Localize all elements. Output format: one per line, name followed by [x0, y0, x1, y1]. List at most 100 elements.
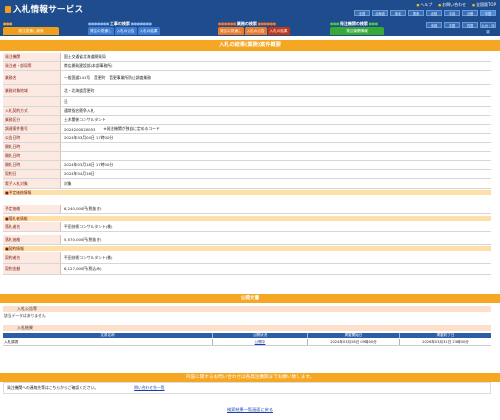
region-tab[interactable]: 九州・沖縄	[480, 22, 496, 34]
table-row: 入札調書 公開中 2024年03月28日 09時00分 2026年03月31日 …	[3, 339, 491, 346]
region-tab[interactable]: 関東	[408, 10, 424, 16]
left-tabs: 発注見通し検索	[3, 27, 59, 35]
field-row: 開札日時 2024年03月18日 17時00分	[3, 161, 491, 170]
field-row: 入札契約方式 通常指名競争入札	[3, 107, 491, 116]
tab-agency-info[interactable]: 発注機関情報	[330, 27, 384, 35]
field-row: 発注機関 国土交通省北海道開発局	[3, 53, 491, 62]
field-value: 平田技術コンサルタント(株)	[64, 223, 113, 229]
region-tab[interactable]: 全国	[354, 10, 370, 16]
field-label: 開札日時	[3, 152, 61, 160]
field-label: 契約日	[3, 170, 61, 178]
left-category: ●●●	[3, 21, 12, 26]
field-label: 契約金額	[3, 264, 61, 274]
region-tabs-top: 全国 北海道 東北 関東 北陸 中部 近畿 中国	[354, 10, 496, 16]
field-label: 入札契約方式	[3, 107, 61, 115]
field-row: 落札者名 平田技術コンサルタント(株)	[3, 222, 491, 232]
field-row: 開札日時	[3, 143, 491, 152]
contact-link[interactable]: お問い合わせ	[438, 2, 466, 8]
category-bar: 沖縄 中国 四国 九州・沖縄 ●●● 発注見通し検索 ●●●●●●● 工事の検索…	[0, 20, 500, 36]
region-tab[interactable]: 沖縄	[426, 22, 442, 28]
document-status-link[interactable]: 公開中	[213, 339, 308, 345]
tab-construction-result[interactable]: 入札の結果	[137, 27, 160, 35]
app-header: 入札情報サービス ヘルプ お問い合わせ 全国版TOP 全国 北海道 東北 関東 …	[0, 0, 500, 20]
no-data-text: 該当データはありません	[4, 313, 46, 318]
field-row: 業務名 一般国道241号 音更町 音更事業所防止調査業務	[3, 71, 491, 85]
field-value: 対象	[64, 180, 72, 186]
region-tab[interactable]: 北陸	[426, 10, 442, 16]
region-tab[interactable]: 東北	[390, 10, 406, 16]
field-value: 6,127,000円(税込み)	[64, 266, 102, 271]
region-tab[interactable]: 中国	[480, 10, 496, 16]
region-tab[interactable]: 中部	[444, 10, 460, 16]
region-tab[interactable]: 中国	[444, 22, 460, 28]
field-row: 開札日時	[3, 152, 491, 161]
documents-bar: 公開文書	[0, 294, 500, 303]
field-value: 北・北海道音更町	[64, 87, 95, 93]
field-value: 一般国道241号 音更町 音更事業所防止調査業務	[64, 74, 151, 80]
field-label: 予定価格	[3, 205, 61, 213]
tab-service-result[interactable]: 入札の結果	[267, 27, 290, 35]
field-label: 電子入札対象	[3, 179, 61, 188]
service-tabs: 発注の見通し 入札の公告 入札の結果	[218, 27, 290, 35]
field-label: 業務対象地域	[3, 85, 61, 96]
tab-construction-notice[interactable]: 入札の公告	[114, 27, 137, 35]
region-tabs-bottom: 沖縄 中国 四国 九州・沖縄	[426, 22, 496, 34]
field-row: 業務区分 土木関係コンサルタント	[3, 116, 491, 125]
help-link[interactable]: ヘルプ	[416, 2, 432, 8]
field-row: 調達案件番号 2024200020053 ※発注機関が独自に定めるコード	[3, 125, 491, 134]
field-value: 5,570,000円(税抜き)	[64, 236, 102, 242]
field-value: 通常指名競争入札	[64, 108, 95, 113]
field-row: 公告日時 2024年03月04日 17時00分	[3, 134, 491, 143]
field-label	[3, 97, 61, 106]
app-title[interactable]: 入札情報サービス	[5, 3, 83, 15]
region-tab[interactable]: 近畿	[462, 10, 478, 16]
section-header-winner: ■落札者情報	[3, 216, 491, 221]
field-label: 落札者名	[3, 222, 61, 231]
field-value	[61, 143, 491, 151]
field-value: 2024年04月16日	[64, 171, 95, 176]
agency-tabs: 発注機関情報	[330, 27, 384, 35]
national-top-link[interactable]: 全国版TOP	[472, 2, 496, 8]
contact-bar: 内容に関するお問い合わせは各発注機関までお願い致します。	[0, 373, 500, 382]
page-title: 入札の結果(業務)案件概要	[0, 40, 500, 51]
field-value: 2024年03月04日 17時00分	[64, 135, 114, 140]
col-header: 掲載開始日	[308, 333, 400, 338]
document-end: 2026年03月31日 23時00分	[422, 339, 469, 344]
footer: 検索結果一覧画面に戻る	[0, 407, 500, 413]
field-value: 平田技術コンサルタント(株)	[64, 254, 113, 260]
bid-result-header: 入札結果	[3, 325, 491, 331]
region-tab[interactable]: 北海道	[372, 10, 388, 16]
field-value: 国土交通省北海道開発局	[64, 54, 106, 59]
field-value: 旦	[64, 98, 68, 104]
logo-icon	[5, 6, 11, 13]
region-tab[interactable]: 四国	[462, 22, 478, 28]
field-label: 落札価格	[3, 235, 61, 244]
documents-table-header: 文書名称 公開状況 掲載開始日 掲載終了日	[3, 333, 491, 338]
field-value: 2024年03月18日 17時00分	[64, 162, 114, 167]
procurement-number: 2024200020053	[64, 126, 96, 132]
tab-service-notice[interactable]: 入札の公告	[244, 27, 267, 35]
field-label: 業務区分	[3, 116, 61, 124]
section-header-contract: ■契約情報	[3, 246, 491, 251]
field-row: 旦	[3, 97, 491, 107]
procurement-note: ※発注機関が独自に定めるコード	[103, 126, 160, 131]
field-row: 予定価格 6,240,000円(税抜き)	[3, 205, 491, 214]
contact-text: 発注機関への連絡先等はこちらからご確認ください。	[7, 385, 99, 390]
field-value	[61, 152, 491, 160]
field-row: 契約者名 平田技術コンサルタント(株)	[3, 252, 491, 264]
tab-service-forecast[interactable]: 発注の見通し	[218, 27, 244, 35]
tab-forecast-search[interactable]: 発注見通し検索	[3, 27, 59, 35]
contact-list-link[interactable]: 問い合わせ先一覧	[134, 385, 164, 391]
col-header: 文書名称	[3, 333, 213, 338]
bid-notice-header: 入札公告等	[3, 306, 491, 312]
field-row: 電子入札対象 対象	[3, 179, 491, 189]
field-label: 発注機関	[3, 53, 61, 61]
field-row: 契約日 2024年04月16日	[3, 170, 491, 179]
field-label: 調達案件番号	[3, 125, 61, 133]
tab-construction-forecast[interactable]: 発注の見通し	[88, 27, 114, 35]
field-label: 公告日時	[3, 134, 61, 142]
col-header: 掲載終了日	[436, 333, 455, 337]
document-name: 入札調書	[3, 339, 213, 345]
contact-box: 発注機関への連絡先等はこちらからご確認ください。 問い合わせ先一覧	[3, 382, 491, 394]
back-to-results-link[interactable]: 検索結果一覧画面に戻る	[227, 407, 273, 412]
